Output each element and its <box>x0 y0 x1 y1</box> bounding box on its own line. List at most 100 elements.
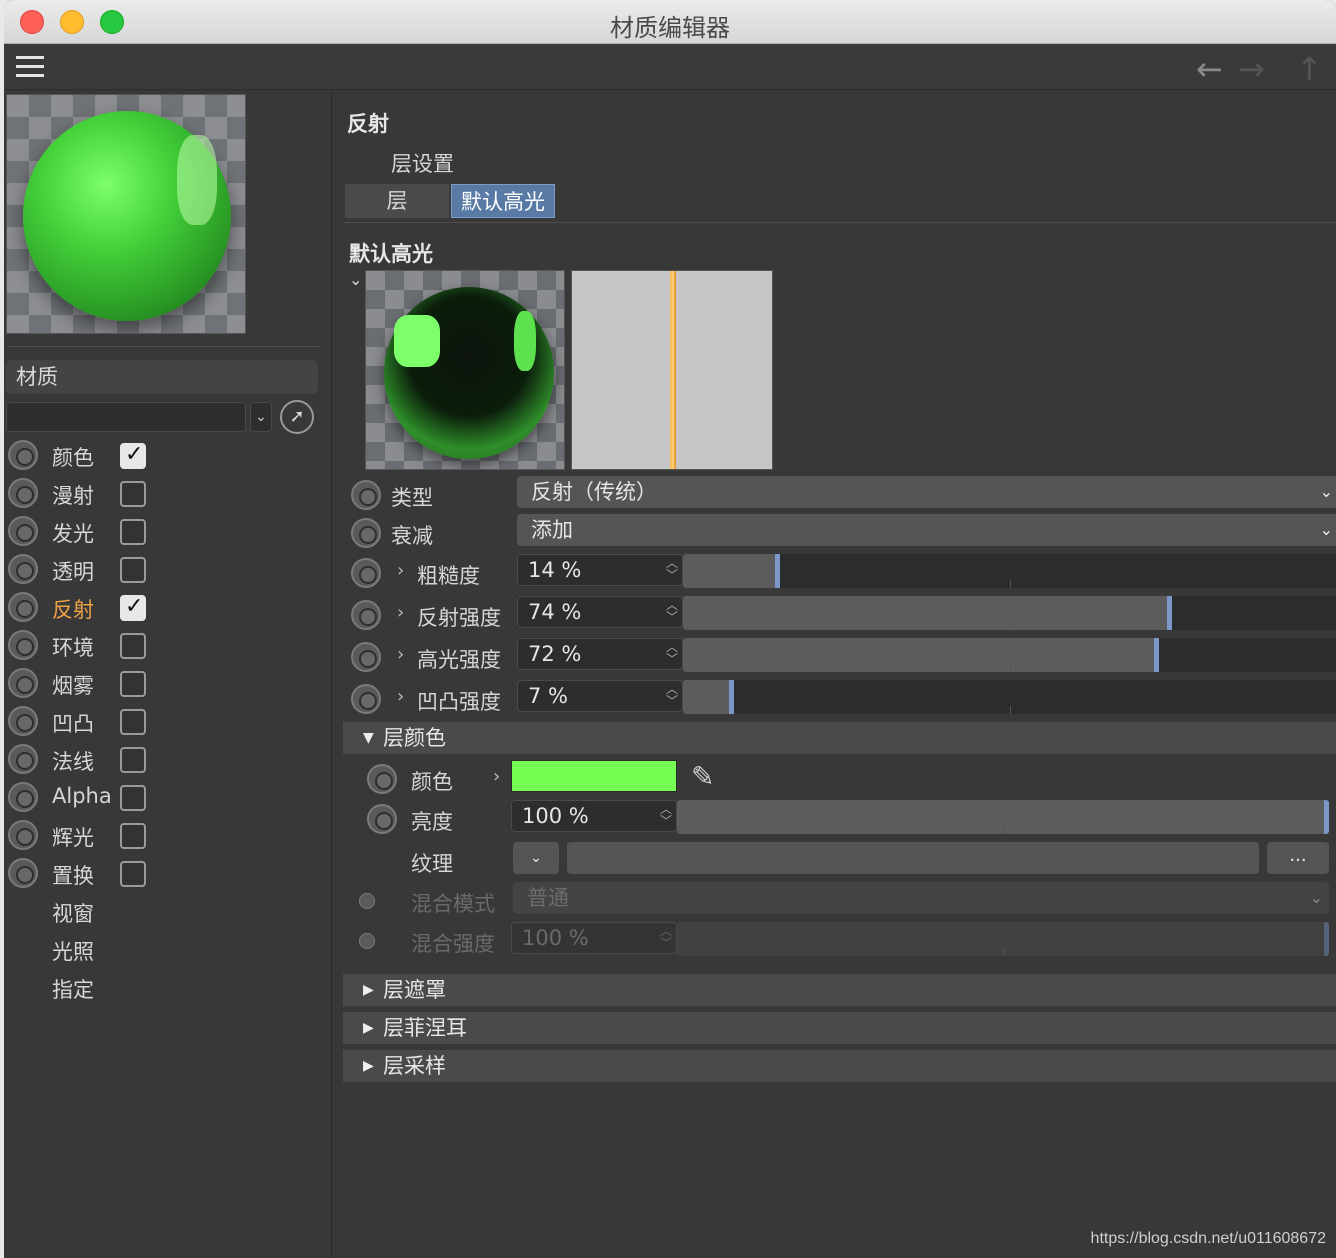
group-layer-sampling[interactable]: ▶ 层采样 <box>343 1050 1336 1082</box>
channel-radio[interactable] <box>8 782 38 812</box>
forward-arrow-icon[interactable]: → <box>1238 50 1265 88</box>
animate-radio[interactable] <box>359 893 375 909</box>
material-preview[interactable] <box>6 94 246 334</box>
roughness-input[interactable]: 14 % ︿ ﹀ <box>517 554 683 586</box>
chevron-right-icon[interactable]: › <box>397 560 404 581</box>
chevron-right-icon[interactable]: › <box>493 766 500 787</box>
brightness-input[interactable]: 100 % ︿ ﹀ <box>511 800 677 832</box>
texture-more-button[interactable]: ... <box>1267 842 1329 874</box>
material-select[interactable] <box>6 402 246 432</box>
channel-radio[interactable] <box>8 706 38 736</box>
animate-radio[interactable] <box>359 933 375 949</box>
eyedropper-icon[interactable]: ✎ <box>691 760 714 793</box>
reflection-strength-slider[interactable] <box>683 596 1336 630</box>
up-arrow-icon[interactable]: ↑ <box>1296 50 1323 88</box>
channel-radio[interactable] <box>8 630 38 660</box>
animate-radio[interactable] <box>367 764 397 794</box>
slider-knob[interactable] <box>775 554 780 588</box>
spin-arrows-icon[interactable]: ︿ ﹀ <box>666 557 678 581</box>
channel-checkbox[interactable] <box>120 747 146 773</box>
channel-row[interactable]: 烟雾 <box>4 664 324 702</box>
channel-row[interactable]: 环境 <box>4 626 324 664</box>
material-name-header[interactable]: 材质 <box>6 360 318 394</box>
animate-radio[interactable] <box>367 804 397 834</box>
brightness-slider[interactable] <box>677 800 1329 834</box>
channel-checkbox[interactable] <box>120 861 146 887</box>
spin-arrows-icon[interactable]: ︿ ﹀ <box>666 599 678 623</box>
spin-arrows-icon[interactable]: ︿ ﹀ <box>660 925 672 949</box>
channel-row[interactable]: 发光 <box>4 512 324 550</box>
channel-row[interactable]: 漫射 <box>4 474 324 512</box>
channel-row[interactable]: 反射 <box>4 588 324 626</box>
channel-row[interactable]: 光照 <box>4 930 324 968</box>
texture-field[interactable] <box>567 842 1259 874</box>
blend-strength-slider[interactable] <box>677 922 1329 956</box>
channel-checkbox[interactable] <box>120 557 146 583</box>
chevron-right-icon[interactable]: › <box>397 644 404 665</box>
channel-row[interactable]: 辉光 <box>4 816 324 854</box>
channel-radio[interactable] <box>8 554 38 584</box>
channel-row[interactable]: 指定 <box>4 968 324 1006</box>
menu-icon[interactable] <box>16 56 44 78</box>
falloff-dropdown[interactable]: 添加 ⌄ <box>517 514 1336 546</box>
channel-radio[interactable] <box>8 440 38 470</box>
channel-radio[interactable] <box>8 516 38 546</box>
animate-radio[interactable] <box>351 642 381 672</box>
slider-knob[interactable] <box>1324 800 1329 834</box>
chevron-right-icon[interactable]: › <box>397 602 404 623</box>
group-layer-fresnel[interactable]: ▶ 层菲涅耳 <box>343 1012 1336 1044</box>
channel-checkbox[interactable] <box>120 671 146 697</box>
animate-radio[interactable] <box>351 600 381 630</box>
channel-row[interactable]: Alpha <box>4 778 324 816</box>
chevron-right-icon[interactable]: › <box>397 686 404 707</box>
animate-radio[interactable] <box>351 480 381 510</box>
bump-strength-input[interactable]: 7 % ︿ ﹀ <box>517 680 683 712</box>
texture-dropdown[interactable]: ⌄ <box>513 842 559 874</box>
roughness-slider[interactable] <box>683 554 1336 588</box>
spin-arrows-icon[interactable]: ︿ ﹀ <box>666 683 678 707</box>
channel-radio[interactable] <box>8 858 38 888</box>
channel-radio[interactable] <box>8 668 38 698</box>
animate-radio[interactable] <box>351 684 381 714</box>
channel-checkbox[interactable] <box>120 594 146 621</box>
reflection-strength-input[interactable]: 74 % ︿ ﹀ <box>517 596 683 628</box>
channel-radio[interactable] <box>8 744 38 774</box>
slider-knob[interactable] <box>1167 596 1172 630</box>
channel-checkbox[interactable] <box>120 823 146 849</box>
channel-row[interactable]: 法线 <box>4 740 324 778</box>
pick-cursor-icon[interactable]: ➚ <box>280 400 314 434</box>
tab-layer[interactable]: 层 <box>345 184 449 218</box>
spin-arrows-icon[interactable]: ︿ ﹀ <box>666 641 678 665</box>
specular-strength-slider[interactable] <box>683 638 1336 672</box>
back-arrow-icon[interactable]: ← <box>1196 50 1223 88</box>
animate-radio[interactable] <box>351 518 381 548</box>
color-swatch[interactable] <box>511 760 677 792</box>
channel-row[interactable]: 置换 <box>4 854 324 892</box>
channel-checkbox[interactable] <box>120 442 146 469</box>
chevron-down-icon[interactable]: ⌄ <box>250 402 272 432</box>
blend-strength-input[interactable]: 100 % ︿ ﹀ <box>511 922 677 954</box>
channel-row[interactable]: 颜色 <box>4 436 324 474</box>
spin-arrows-icon[interactable]: ︿ ﹀ <box>660 803 672 827</box>
channel-checkbox[interactable] <box>120 519 146 545</box>
channel-checkbox[interactable] <box>120 481 146 507</box>
slider-knob[interactable] <box>729 680 734 714</box>
channel-row[interactable]: 视窗 <box>4 892 324 930</box>
group-layer-color[interactable]: ▼ 层颜色 <box>343 722 1336 754</box>
channel-row[interactable]: 凹凸 <box>4 702 324 740</box>
channel-checkbox[interactable] <box>120 785 146 811</box>
channel-radio[interactable] <box>8 820 38 850</box>
channel-checkbox[interactable] <box>120 633 146 659</box>
slider-knob[interactable] <box>1154 638 1159 672</box>
bump-strength-slider[interactable] <box>683 680 1336 714</box>
chevron-down-icon[interactable]: ⌄ <box>349 270 362 289</box>
slider-knob[interactable] <box>1324 922 1329 956</box>
blend-mode-dropdown[interactable]: 普通 ⌄ <box>513 882 1329 914</box>
specular-strength-input[interactable]: 72 % ︿ ﹀ <box>517 638 683 670</box>
channel-checkbox[interactable] <box>120 709 146 735</box>
channel-radio[interactable] <box>8 478 38 508</box>
channel-row[interactable]: 透明 <box>4 550 324 588</box>
type-dropdown[interactable]: 反射（传统） ⌄ <box>517 476 1336 508</box>
animate-radio[interactable] <box>351 558 381 588</box>
tab-default-specular[interactable]: 默认高光 <box>451 184 555 218</box>
